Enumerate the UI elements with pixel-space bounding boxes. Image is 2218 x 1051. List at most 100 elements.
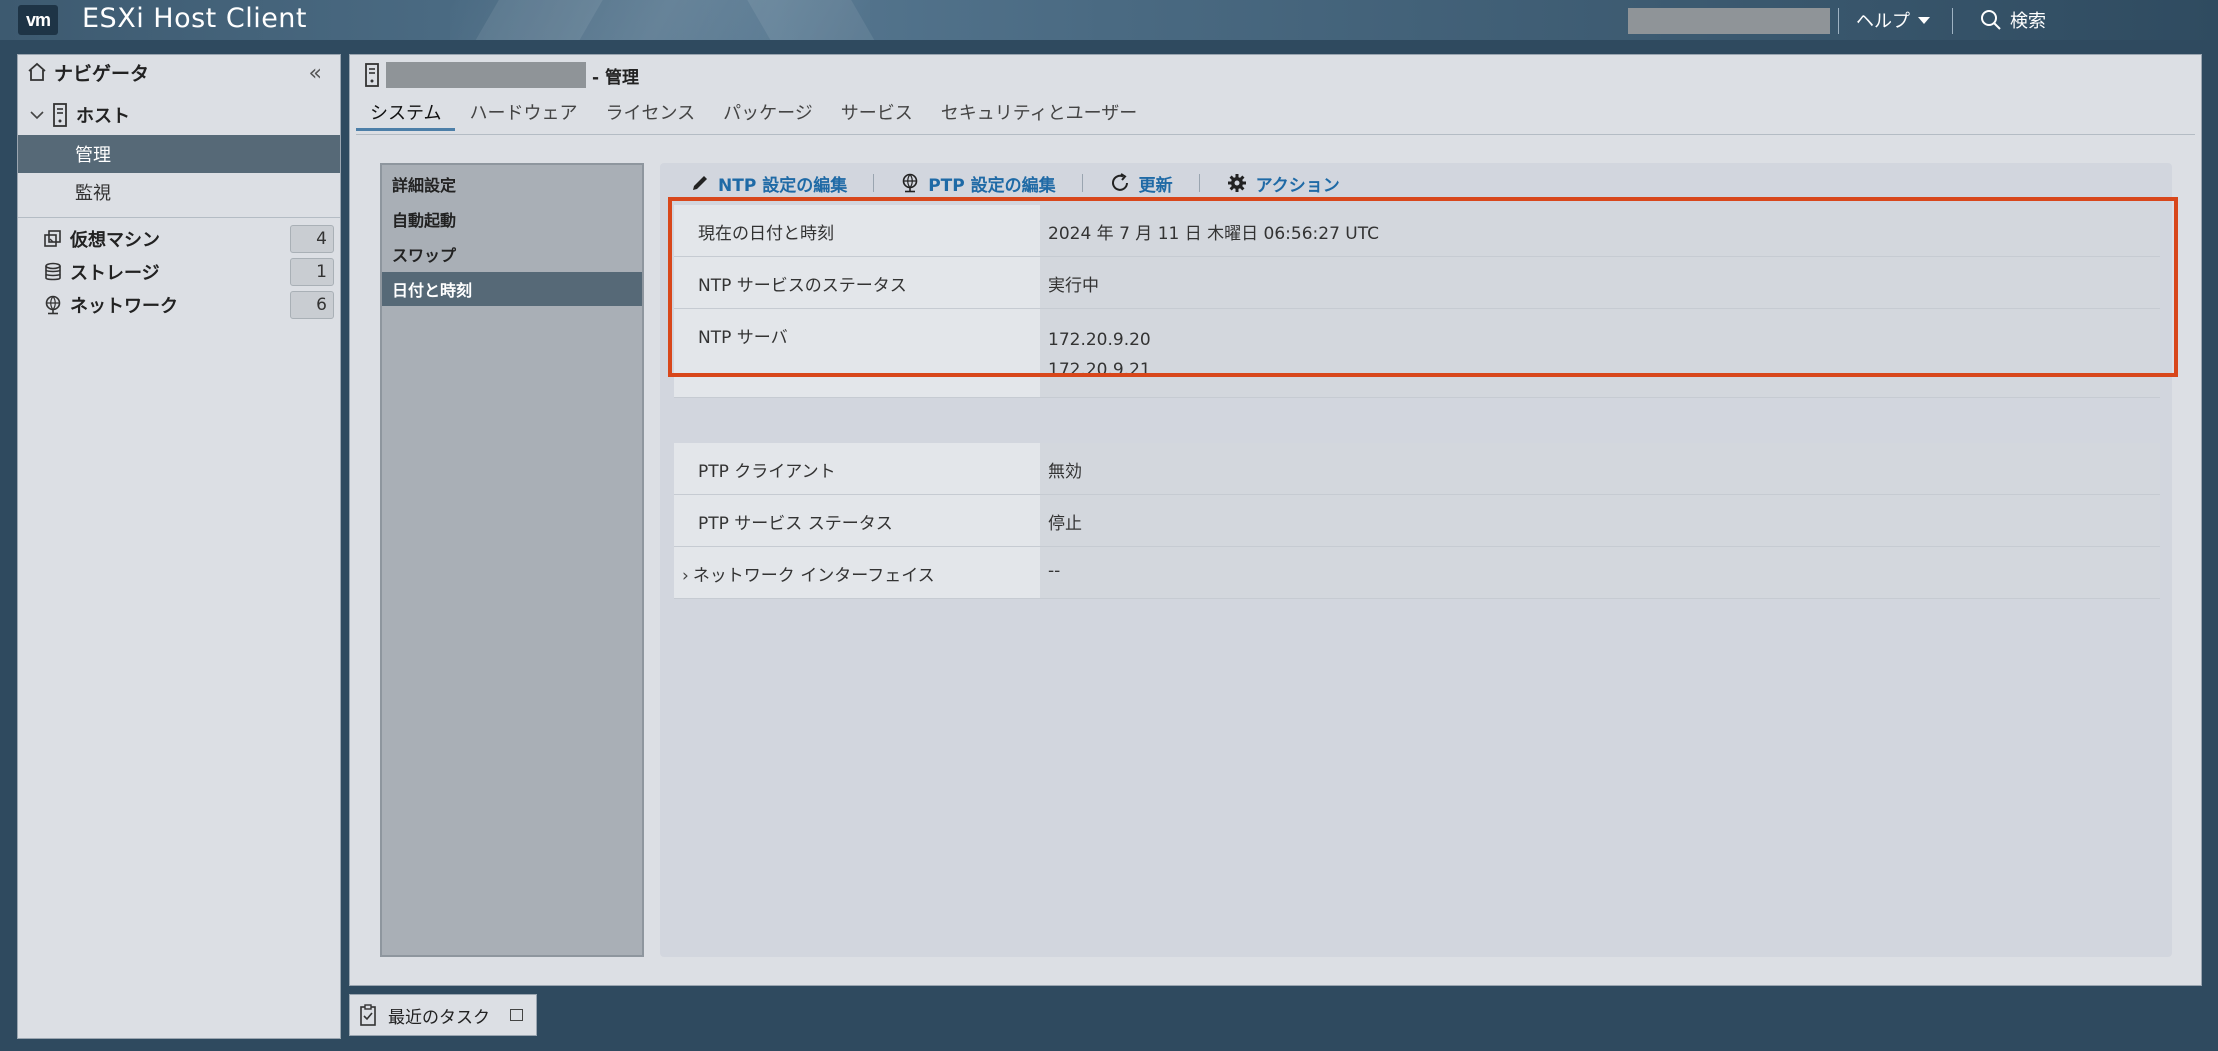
tab-bar: システム ハードウェア ライセンス パッケージ サービス セキュリティとユーザー	[356, 93, 1151, 131]
nav-networking[interactable]: ネットワーク 6	[18, 289, 340, 321]
table-row: 現在の日付と時刻 2024 年 7 月 11 日 木曜日 06:56:27 UT…	[674, 205, 2160, 257]
nav-host-manage-label: 管理	[75, 145, 111, 166]
tab-services[interactable]: サービス	[827, 93, 927, 131]
network-icon	[45, 295, 61, 315]
edit-ptp-label: PTP 設定の編集	[928, 175, 1056, 196]
ntp-service-status-value: 実行中	[1040, 256, 2160, 309]
refresh-icon	[1111, 173, 1128, 191]
host-name-redacted	[386, 62, 586, 88]
vm-count-badge: 4	[290, 225, 334, 253]
header-divider	[1952, 8, 1953, 34]
tab-hardware[interactable]: ハードウェア	[455, 93, 591, 131]
tabs-divider	[356, 134, 2195, 135]
nav-virtual-machines-label: 仮想マシン	[70, 230, 160, 251]
network-interface-key[interactable]: › ネットワーク インターフェイス	[674, 546, 1040, 599]
nav-storage-label: ストレージ	[70, 263, 160, 284]
nav-host-monitor-label: 監視	[75, 183, 111, 204]
ptp-client-value: 無効	[1040, 443, 2160, 495]
collapse-icon[interactable]: «	[309, 61, 322, 86]
toolbar-divider	[1198, 174, 1200, 192]
edit-ntp-label: NTP 設定の編集	[718, 175, 848, 196]
nav-host-manage[interactable]: 管理	[18, 135, 340, 173]
ptp-service-status-value: 停止	[1040, 494, 2160, 547]
breadcrumb-suffix: - 管理	[592, 67, 639, 88]
edit-ntp-button[interactable]: NTP 設定の編集	[690, 171, 847, 196]
navigator-title: ナビゲータ	[54, 62, 150, 85]
app-title: ESXi Host Client	[82, 3, 308, 34]
storage-icon	[45, 262, 61, 281]
subnav-autostart[interactable]: 自動起動	[382, 202, 642, 236]
vm-icon	[44, 230, 61, 247]
ntp-server-entry: 172.20.9.21	[1048, 360, 1151, 380]
chevron-right-icon[interactable]: ›	[682, 566, 689, 586]
host-icon	[365, 63, 379, 87]
current-datetime-key: 現在の日付と時刻	[674, 205, 1040, 257]
header-divider	[1838, 8, 1839, 34]
nav-host[interactable]: ホスト	[18, 97, 340, 133]
nav-virtual-machines[interactable]: 仮想マシン 4	[18, 223, 340, 255]
help-menu[interactable]: ヘルプ	[1856, 7, 1930, 33]
main-panel: - 管理 システム ハードウェア ライセンス パッケージ サービス セキュリティ…	[349, 54, 2202, 986]
edit-ptp-button[interactable]: PTP 設定の編集	[900, 171, 1056, 196]
navigator-panel: ナビゲータ « ホスト 管理 監視 仮想マシン 4 ストレージ 1 ネットワーク…	[17, 54, 341, 1039]
table-row: NTP サーバ 172.20.9.20 172.20.9.21	[674, 308, 2160, 398]
system-subnav: 詳細設定 自動起動 スワップ 日付と時刻	[380, 163, 644, 957]
storage-count-badge: 1	[290, 258, 334, 286]
ntp-server-entry: 172.20.9.20	[1048, 330, 1151, 350]
network-interface-value: --	[1040, 546, 2160, 599]
gear-icon	[1227, 174, 1246, 192]
actions-label: アクション	[1255, 175, 1340, 196]
nav-host-monitor[interactable]: 監視	[18, 173, 340, 211]
recent-tasks-label: 最近のタスク	[388, 1007, 490, 1028]
caret-down-icon	[1918, 16, 1930, 24]
breadcrumb: - 管理	[364, 61, 639, 89]
tab-packages[interactable]: パッケージ	[709, 93, 827, 131]
ptp-info-table: PTP クライアント 無効 PTP サービス ステータス 停止 › ネットワーク …	[674, 443, 2160, 599]
ntp-servers-value: 172.20.9.20 172.20.9.21	[1040, 308, 2160, 398]
nav-divider	[18, 217, 340, 218]
search-label: 検索	[2010, 11, 2046, 32]
navigator-header[interactable]: ナビゲータ «	[18, 55, 340, 89]
toolbar-divider	[1081, 174, 1083, 192]
network-count-badge: 6	[290, 291, 334, 319]
recent-tasks-tab[interactable]: 最近のタスク	[349, 994, 537, 1036]
refresh-button[interactable]: 更新	[1109, 171, 1173, 196]
subnav-advanced-settings[interactable]: 詳細設定	[382, 167, 642, 201]
ptp-service-status-key: PTP サービス ステータス	[674, 494, 1040, 547]
vmware-logo: vm	[18, 5, 58, 35]
network-interface-label: ネットワーク インターフェイス	[692, 566, 935, 586]
tab-system[interactable]: システム	[356, 93, 456, 131]
tab-licensing[interactable]: ライセンス	[591, 93, 709, 131]
top-header: vm ESXi Host Client ヘルプ 検索	[0, 0, 2218, 40]
tab-security-users[interactable]: セキュリティとユーザー	[927, 93, 1152, 131]
user-name-redacted[interactable]	[1628, 8, 1830, 34]
host-icon	[53, 103, 67, 127]
subnav-date-time[interactable]: 日付と時刻	[382, 272, 642, 306]
clipboard-check-icon	[360, 1004, 376, 1026]
ptp-client-key: PTP クライアント	[674, 443, 1040, 495]
network-icon	[902, 173, 918, 193]
nav-storage[interactable]: ストレージ 1	[18, 256, 340, 288]
help-label: ヘルプ	[1856, 11, 1910, 32]
nav-host-label: ホスト	[76, 106, 130, 127]
ntp-service-status-key: NTP サービスのステータス	[674, 256, 1040, 309]
ntp-servers-key: NTP サーバ	[674, 308, 1040, 398]
toolbar: NTP 設定の編集 PTP 設定の編集 更新 アクション	[690, 169, 1340, 197]
pencil-icon	[693, 176, 707, 190]
table-row: PTP サービス ステータス 停止	[674, 494, 2160, 547]
current-datetime-value: 2024 年 7 月 11 日 木曜日 06:56:27 UTC	[1040, 205, 2160, 257]
nav-networking-label: ネットワーク	[70, 296, 178, 317]
maximize-icon[interactable]	[510, 1009, 523, 1021]
table-row[interactable]: › ネットワーク インターフェイス --	[674, 546, 2160, 599]
search-icon	[1981, 10, 2001, 30]
subnav-swap[interactable]: スワップ	[382, 237, 642, 271]
date-time-content: NTP 設定の編集 PTP 設定の編集 更新 アクション 現在の日付と時刻 20…	[660, 163, 2178, 957]
table-row: NTP サービスのステータス 実行中	[674, 256, 2160, 309]
home-icon	[28, 62, 46, 81]
search-button[interactable]: 検索	[1980, 7, 2046, 33]
refresh-label: 更新	[1138, 175, 1173, 196]
actions-button[interactable]: アクション	[1226, 171, 1340, 196]
chevron-down-icon	[30, 111, 44, 120]
table-row: PTP クライアント 無効	[674, 443, 2160, 495]
ntp-info-table: 現在の日付と時刻 2024 年 7 月 11 日 木曜日 06:56:27 UT…	[674, 205, 2160, 398]
